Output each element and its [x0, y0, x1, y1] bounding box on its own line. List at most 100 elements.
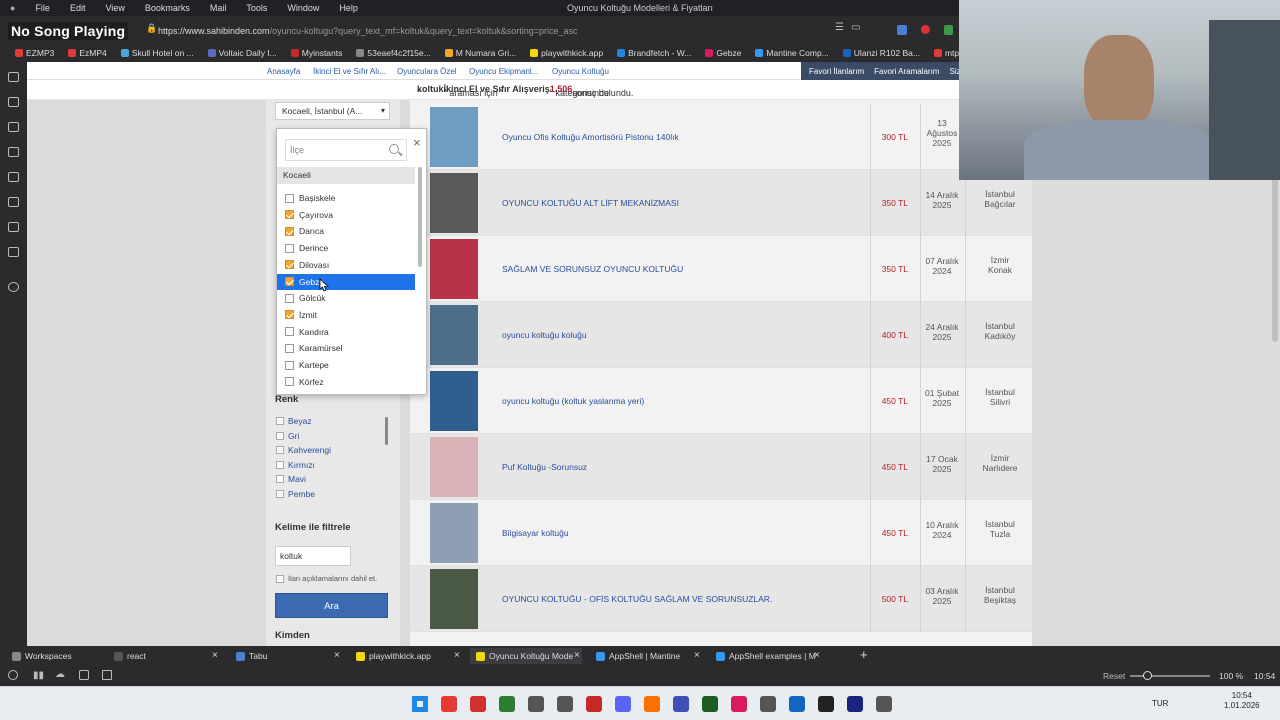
include-description-checkbox[interactable] [276, 574, 284, 583]
listing-title[interactable]: SAĞLAM VE SORUNSUZ OYUNCU KOLTUĞU [502, 264, 683, 274]
close-tab-icon[interactable]: × [334, 650, 340, 661]
listing-title[interactable]: Puf Koltuğu -Sorunsuz [502, 462, 587, 472]
menu-file[interactable]: File [25, 0, 60, 16]
district-checkbox[interactable] [285, 377, 294, 387]
bookmark-item[interactable]: Myinstants [284, 48, 350, 58]
breadcrumb-item[interactable]: Oyuncu Ekipmanl... [469, 67, 538, 76]
workspaces-button[interactable]: Workspaces [6, 648, 86, 664]
browser-tab[interactable]: Oyuncu Koltuğu Mode [470, 648, 582, 664]
table-row[interactable]: Bilgisayar koltuğu 450 TL 10 Aralık 2024 İst… [410, 500, 1032, 566]
search-button[interactable]: Ara [275, 593, 388, 618]
favorite-listings-link[interactable]: Favori İlanlarım [809, 67, 864, 76]
listing-thumbnail[interactable] [430, 437, 478, 497]
app-icon[interactable] [876, 696, 892, 712]
app-icon[interactable] [818, 696, 834, 712]
discord-icon[interactable] [615, 696, 631, 712]
color-checkbox[interactable] [276, 446, 284, 455]
vivaldi-icon[interactable] [470, 696, 486, 712]
keyword-input[interactable]: koltuk [275, 546, 351, 566]
vivaldi-logo-icon[interactable]: ● [0, 0, 25, 16]
breadcrumb-item[interactable]: Anasayfa [267, 67, 300, 76]
bookmark-icon[interactable]: ▭ [851, 22, 860, 33]
notes-panel-icon[interactable] [8, 147, 19, 157]
extension-icon[interactable] [921, 25, 930, 34]
reader-icon[interactable]: ☰ [835, 22, 844, 33]
mail-panel-icon[interactable] [8, 247, 19, 257]
listing-title[interactable]: OYUNCU KOLTUĞU ALT LİFT MEKANİZMASI [502, 198, 679, 208]
district-checkbox[interactable] [285, 210, 294, 220]
color-option[interactable]: Kahverengi [276, 445, 331, 455]
district-checkbox[interactable] [285, 343, 294, 353]
zoom-slider[interactable] [1130, 675, 1210, 677]
system-clock[interactable]: 10:54 1.01.2026 [1224, 691, 1260, 711]
app-icon[interactable] [760, 696, 776, 712]
lock-icon[interactable]: 🔒 [146, 23, 157, 34]
listing-thumbnail[interactable] [430, 173, 478, 233]
table-row[interactable]: OYUNCU KOLTUĞU ALT LİFT MEKANİZMASI 350 T… [410, 170, 1032, 236]
district-option[interactable]: Dilovası [277, 257, 415, 273]
district-option[interactable]: Kandıra [277, 324, 415, 340]
menu-tools[interactable]: Tools [236, 0, 277, 16]
window-panel-icon[interactable] [8, 197, 19, 207]
district-checkbox[interactable] [285, 327, 294, 337]
district-option[interactable]: Karamürsel [277, 340, 415, 356]
listing-title[interactable]: OYUNCU KOLTUĞU - OFİS KOLTUĞU SAĞLAM VE … [502, 594, 772, 604]
translate-panel-icon[interactable] [8, 172, 19, 182]
bookmarks-panel-icon[interactable] [8, 72, 19, 82]
district-option[interactable]: Çayırova [277, 207, 415, 223]
browser-tab[interactable]: AppShell | Mantine [590, 648, 702, 664]
explorer-icon[interactable] [557, 696, 573, 712]
bookmark-item[interactable]: Skull Hotel on ... [114, 48, 201, 58]
table-row[interactable]: OYUNCU KOLTUĞU - OFİS KOLTUĞU SAĞLAM VE … [410, 566, 1032, 632]
menu-window[interactable]: Window [277, 0, 329, 16]
browser-tab[interactable]: Tabu [230, 648, 342, 664]
language-indicator[interactable]: TUR [1152, 699, 1168, 708]
menu-view[interactable]: View [95, 0, 134, 16]
app-icon[interactable] [702, 696, 718, 712]
table-row[interactable]: oyuncu koltuğu koluğu 400 TL 24 Aralık 2025… [410, 302, 1032, 368]
listing-title[interactable]: oyuncu koltuğu (koltuk yaslanma yeri) [502, 396, 644, 406]
include-description-option[interactable]: İlan açıklamalarını dahil et. [276, 574, 377, 583]
tiling-icon[interactable]: ▮▮ [33, 670, 44, 681]
breadcrumb-item[interactable]: Oyuncu Koltuğu [552, 67, 609, 76]
district-checkbox[interactable] [285, 310, 294, 320]
district-checkbox[interactable] [285, 277, 294, 286]
browser-tab[interactable]: playwithkick.app [350, 648, 462, 664]
bookmark-item[interactable]: Mantine Comp... [748, 48, 835, 58]
table-row[interactable]: SAĞLAM VE SORUNSUZ OYUNCU KOLTUĞU 350 TL 0… [410, 236, 1032, 302]
color-list-scrollbar[interactable] [385, 417, 388, 445]
table-row[interactable]: Oyuncu Ofis Koltuğu Amortisörü Pistonu 1… [410, 104, 1032, 170]
menu-help[interactable]: Help [329, 0, 368, 16]
listing-thumbnail[interactable] [430, 371, 478, 431]
calendar-icon[interactable] [102, 670, 112, 680]
color-option[interactable]: Mavi [276, 474, 306, 484]
district-option[interactable]: Gebze [277, 273, 415, 290]
district-checkbox[interactable] [285, 243, 294, 253]
chrome-icon[interactable] [441, 696, 457, 712]
url-field[interactable]: https://www.sahibinden.com/oyuncu-koltug… [158, 22, 578, 40]
bookmark-item[interactable]: M Numara Gri... [438, 48, 523, 58]
breadcrumb-item[interactable]: İkinci El ve Sıfır Alı... [313, 67, 386, 76]
color-checkbox[interactable] [276, 490, 284, 498]
dropdown-scrollbar[interactable] [418, 167, 422, 267]
listing-title[interactable]: oyuncu koltuğu koluğu [502, 330, 587, 340]
close-tab-icon[interactable]: × [814, 650, 820, 661]
listing-thumbnail[interactable] [430, 503, 478, 563]
city-select[interactable]: Kocaeli, İstanbul (A... ▾ [275, 102, 390, 120]
color-option[interactable]: Beyaz [276, 416, 312, 426]
panel-toggle-icon[interactable] [8, 670, 18, 680]
reading-panel-icon[interactable] [8, 222, 19, 232]
translate-icon[interactable] [897, 25, 907, 35]
bookmark-item[interactable]: playwithkick.app [523, 48, 610, 58]
bookmark-item[interactable]: 53eaef4c2f15e... [349, 48, 437, 58]
app-icon[interactable] [673, 696, 689, 712]
window-icon[interactable] [79, 670, 89, 680]
color-checkbox[interactable] [276, 460, 284, 469]
color-checkbox[interactable] [276, 475, 284, 484]
table-row[interactable]: Puf Koltuğu -Sorunsuz 450 TL 17 Ocak 2025 İz… [410, 434, 1032, 500]
close-tab-icon[interactable]: × [574, 650, 580, 661]
district-option[interactable]: Derince [277, 240, 415, 256]
downloads-panel-icon[interactable] [8, 97, 19, 107]
listing-thumbnail[interactable] [430, 107, 478, 167]
bookmark-item[interactable]: EZMP3 [8, 48, 61, 58]
